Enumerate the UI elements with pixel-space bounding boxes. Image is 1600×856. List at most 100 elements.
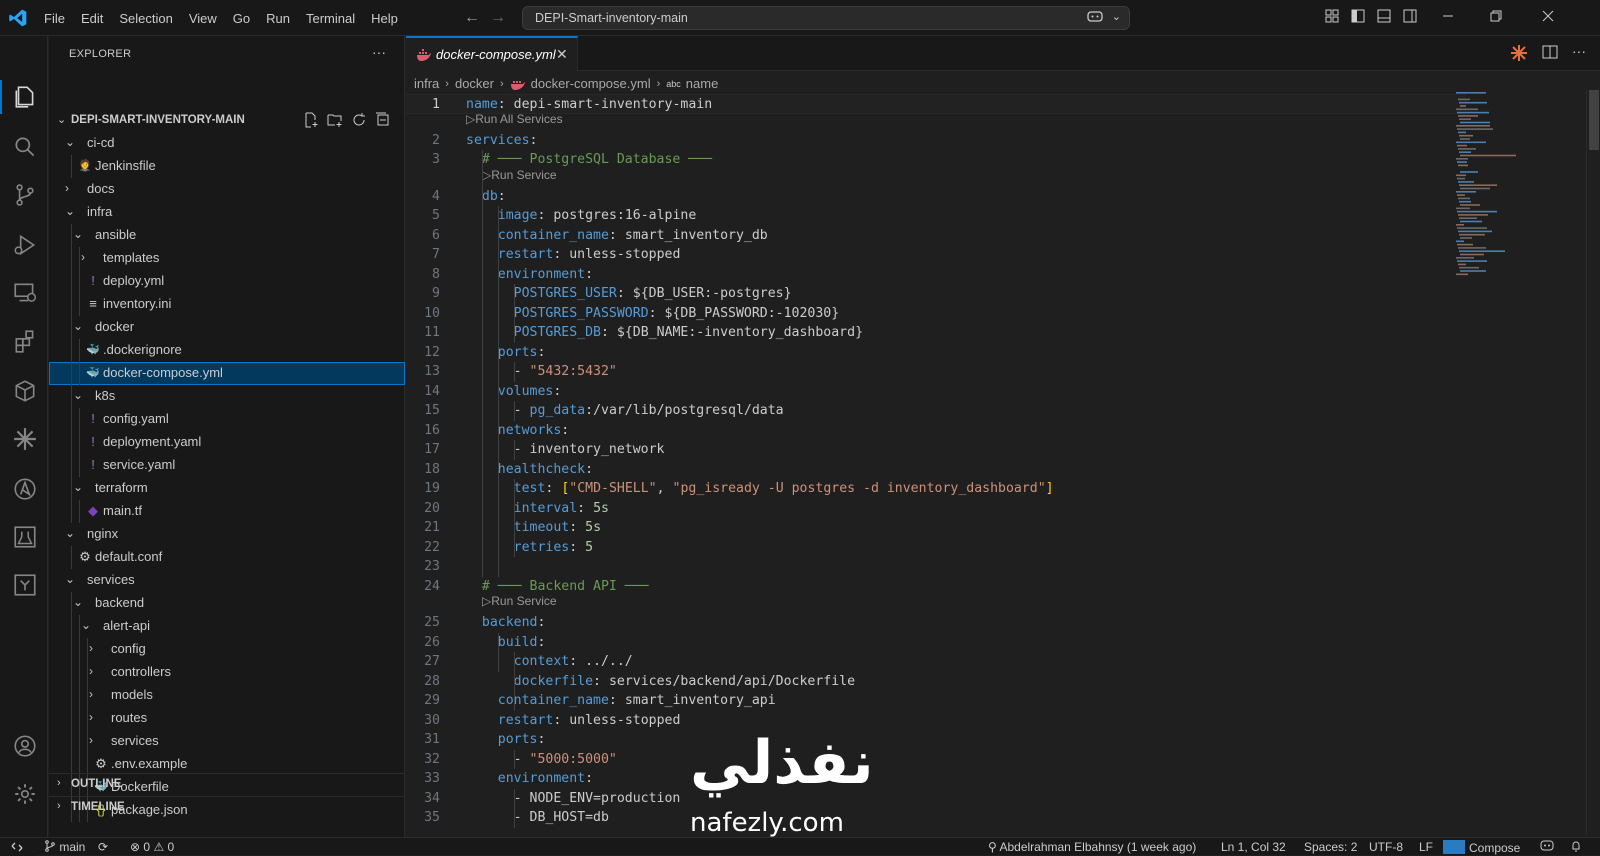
menu-item-run[interactable]: Run	[258, 11, 298, 26]
containers-icon[interactable]	[12, 378, 38, 404]
toggle-secondary-sidebar-icon[interactable]	[1402, 8, 1420, 26]
run-service-lens[interactable]: ▷Run Service	[482, 594, 557, 608]
menu-item-file[interactable]: File	[36, 11, 73, 26]
timeline-section[interactable]: › TIMELINE	[49, 796, 405, 818]
code-line[interactable]: 17 - inventory_network	[406, 440, 1466, 460]
code-line[interactable]: 20 interval: 5s	[406, 499, 1466, 519]
code-line[interactable]: 31 ports:	[406, 730, 1466, 750]
restore-window-icon[interactable]	[1488, 8, 1506, 26]
code-line[interactable]: 32 - "5000:5000"	[406, 750, 1466, 770]
search-icon[interactable]	[12, 134, 38, 160]
code-line[interactable]: 2 services:	[406, 131, 1466, 151]
folder-controllers[interactable]: › controllers	[49, 661, 405, 684]
file-jenkinsfile[interactable]: 🤵 Jenkinsfile	[49, 155, 405, 178]
breadcrumb-symbol[interactable]: name	[686, 76, 719, 91]
toggle-primary-sidebar-icon[interactable]	[1350, 8, 1368, 26]
file-default-conf[interactable]: ⚙ default.conf	[49, 546, 405, 569]
folder-config[interactable]: › config	[49, 638, 405, 661]
file-docker-compose-yml[interactable]: 🐳 docker-compose.yml	[49, 362, 405, 385]
settings-gear-icon[interactable]	[12, 781, 38, 807]
code-line[interactable]: 25 backend:	[406, 613, 1466, 633]
code-line[interactable]: 23	[406, 557, 1466, 577]
run-all-services-lens[interactable]: ▷Run All Services	[466, 112, 563, 126]
menu-item-edit[interactable]: Edit	[73, 11, 111, 26]
folder-ci-cd[interactable]: ⌄ ci-cd	[49, 132, 405, 155]
account-icon[interactable]	[12, 733, 38, 759]
run-debug-icon[interactable]	[12, 232, 38, 258]
code-line[interactable]: 1 name: depi-smart-inventory-main	[406, 94, 1466, 114]
ansible-icon[interactable]	[12, 476, 38, 502]
code-line[interactable]: 7 restart: unless-stopped	[406, 245, 1466, 265]
menu-item-view[interactable]: View	[181, 11, 225, 26]
new-folder-icon[interactable]	[327, 112, 343, 128]
code-line[interactable]: 8 environment:	[406, 265, 1466, 285]
code-line[interactable]: 9 POSTGRES_USER: ${DB_USER:-postgres}	[406, 284, 1466, 304]
folder-terraform[interactable]: ⌄ terraform	[49, 477, 405, 500]
code-line[interactable]: 3 # ─── PostgreSQL Database ───	[406, 150, 1466, 170]
back-arrow-icon[interactable]: ←	[464, 9, 480, 27]
testing-icon[interactable]	[12, 524, 38, 550]
run-service-lens[interactable]: ▷Run Service	[482, 168, 557, 182]
code-line[interactable]: 11 POSTGRES_DB: ${DB_NAME:-inventory_das…	[406, 323, 1466, 343]
copilot-chat-icon[interactable]	[1087, 10, 1103, 27]
menu-item-help[interactable]: Help	[363, 11, 406, 26]
menu-item-go[interactable]: Go	[225, 11, 258, 26]
vertical-scrollbar[interactable]	[1586, 90, 1600, 835]
scrollbar-thumb[interactable]	[1589, 90, 1599, 150]
copilot-status-icon[interactable]	[1540, 840, 1554, 855]
chevron-down-icon[interactable]: ⌄	[1112, 10, 1121, 23]
code-line[interactable]: 22 retries: 5	[406, 538, 1466, 558]
remote-indicator[interactable]	[0, 838, 34, 856]
folder-services[interactable]: › services	[49, 730, 405, 753]
more-actions-icon[interactable]: ···	[372, 44, 386, 60]
folder-routes[interactable]: › routes	[49, 707, 405, 730]
code-line[interactable]: 24 # ─── Backend API ───	[406, 577, 1466, 597]
folder-nginx[interactable]: ⌄ nginx	[49, 523, 405, 546]
code-line[interactable]: 29 container_name: smart_inventory_api	[406, 691, 1466, 711]
file-main-tf[interactable]: ◆ main.tf	[49, 500, 405, 523]
folder-models[interactable]: › models	[49, 684, 405, 707]
file-service-yaml[interactable]: ! service.yaml	[49, 454, 405, 477]
collapse-all-icon[interactable]	[375, 112, 391, 128]
outline-section[interactable]: › OUTLINE	[49, 773, 405, 795]
indentation[interactable]: Spaces: 2	[1304, 840, 1357, 854]
code-editor[interactable]: 1 name: depi-smart-inventory-main ▷Run All…	[406, 92, 1466, 837]
code-line[interactable]: 18 healthcheck:	[406, 460, 1466, 480]
minimap[interactable]	[1452, 90, 1552, 290]
new-file-icon[interactable]	[303, 112, 319, 128]
cursor-position[interactable]: Ln 1, Col 32	[1221, 840, 1286, 854]
file-deployment-yaml[interactable]: ! deployment.yaml	[49, 431, 405, 454]
customize-layout-icon[interactable]	[1324, 8, 1342, 26]
source-control-icon[interactable]	[12, 182, 38, 208]
folder-k8s[interactable]: ⌄ k8s	[49, 385, 405, 408]
code-line[interactable]: 16 networks:	[406, 421, 1466, 441]
chat-icon[interactable]	[12, 572, 38, 598]
code-line[interactable]: 14 volumes:	[406, 382, 1466, 402]
file-deploy-yml[interactable]: ! deploy.yml	[49, 270, 405, 293]
file-config-yaml[interactable]: ! config.yaml	[49, 408, 405, 431]
language-mode[interactable]: Compose	[1443, 838, 1524, 856]
more-actions-icon[interactable]: ···	[1572, 44, 1586, 62]
code-line[interactable]: 33 environment:	[406, 769, 1466, 789]
problems-indicator[interactable]: ⊗ 0 ⚠ 0	[130, 840, 174, 854]
close-tab-icon[interactable]: ✕	[556, 46, 568, 63]
branch-indicator[interactable]: main	[44, 840, 85, 854]
file-inventory-ini[interactable]: ≡ inventory.ini	[49, 293, 405, 316]
copilot-sparkle-icon[interactable]	[1510, 44, 1528, 62]
code-line[interactable]: 26 build:	[406, 633, 1466, 653]
code-line[interactable]: 12 ports:	[406, 343, 1466, 363]
breadcrumb-docker[interactable]: docker	[455, 76, 494, 91]
copilot-icon[interactable]	[12, 426, 38, 452]
code-line[interactable]: 21 timeout: 5s	[406, 518, 1466, 538]
project-root-header[interactable]: ⌄ DEPI-SMART-INVENTORY-MAIN	[49, 110, 405, 132]
menu-item-selection[interactable]: Selection	[111, 11, 180, 26]
code-line[interactable]: 27 context: ../../	[406, 652, 1466, 672]
tab-docker-compose[interactable]: docker-compose.yml ✕	[406, 36, 578, 71]
end-of-line[interactable]: LF	[1419, 840, 1433, 854]
code-line[interactable]: 30 restart: unless-stopped	[406, 711, 1466, 731]
code-line[interactable]: 6 container_name: smart_inventory_db	[406, 226, 1466, 246]
code-line[interactable]: 34 - NODE_ENV=production	[406, 789, 1466, 809]
code-line[interactable]: 28 dockerfile: services/backend/api/Dock…	[406, 672, 1466, 692]
refresh-icon[interactable]	[351, 112, 367, 128]
folder-templates[interactable]: › templates	[49, 247, 405, 270]
